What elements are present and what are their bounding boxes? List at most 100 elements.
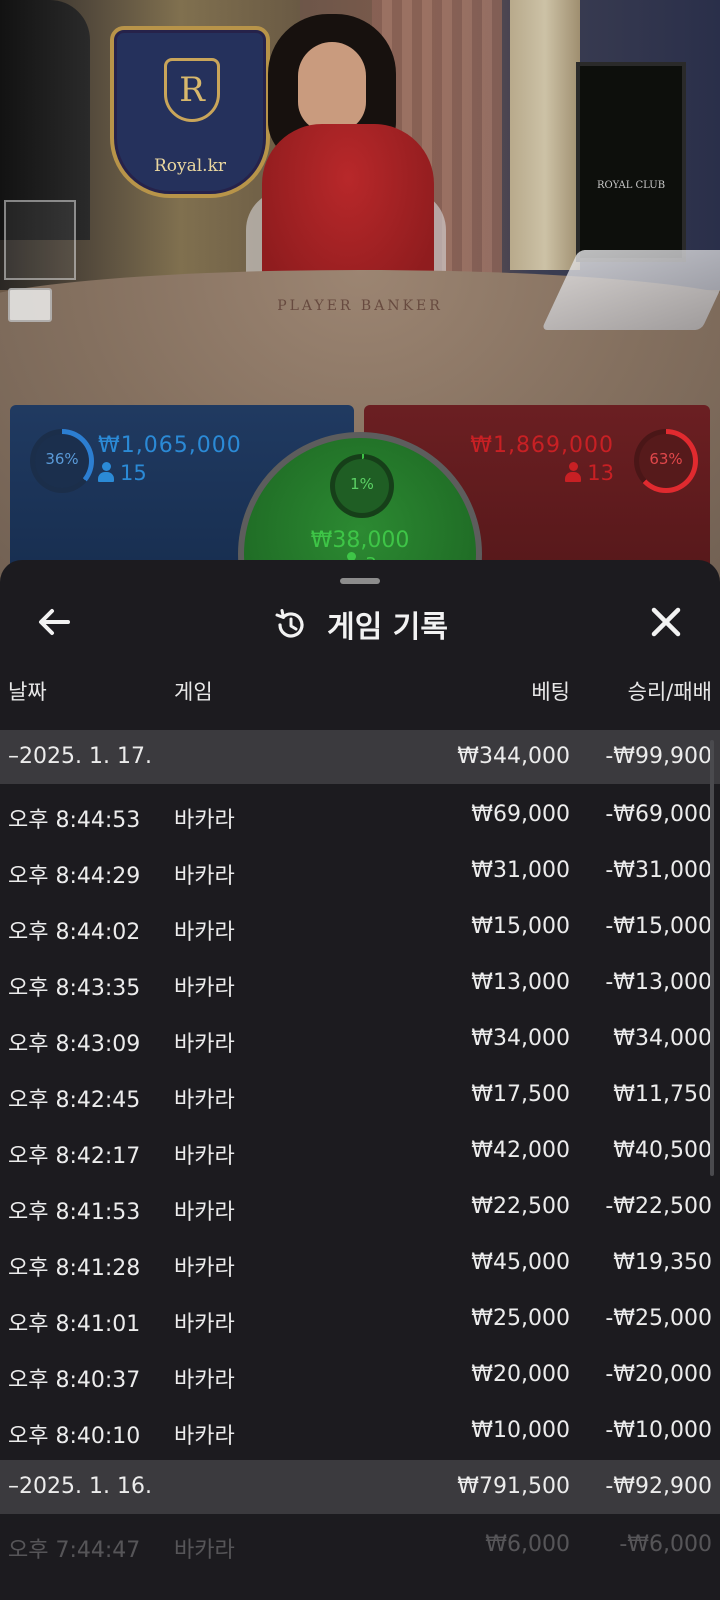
row-win-loss: -₩25,000	[605, 1306, 712, 1331]
card-discard-box	[4, 200, 76, 280]
row-bet: ₩20,000	[471, 1362, 570, 1387]
row-bet: ₩6,000	[485, 1532, 570, 1557]
row-bet: ₩13,000	[471, 970, 570, 995]
history-row[interactable]: 오후 8:42:17 바카라 ₩42,000 ₩40,500	[0, 1124, 720, 1180]
history-list[interactable]: –2025. 1. 17. ₩344,000 -₩99,900 오후 8:44:…	[0, 730, 720, 1574]
scrollbar[interactable]	[710, 740, 714, 1176]
banker-bettor-count: 13	[565, 461, 614, 485]
row-time: 오후 8:44:53	[8, 808, 141, 833]
royal-logo-shield: R Royal.kr	[110, 26, 270, 198]
row-time: 오후 8:42:45	[8, 1088, 141, 1113]
row-bet: ₩25,000	[471, 1306, 570, 1331]
column-header-win-loss: 승리/패배	[627, 680, 712, 704]
row-win-loss: -₩20,000	[605, 1362, 712, 1387]
row-win-loss: ₩40,500	[613, 1138, 712, 1163]
monitor-text: ROYAL CLUB	[596, 180, 666, 191]
history-row[interactable]: 오후 8:40:37 바카라 ₩20,000 -₩20,000	[0, 1348, 720, 1404]
row-win-loss: -₩31,000	[605, 858, 712, 883]
row-game: 바카라	[174, 1200, 235, 1225]
row-time: 오후 8:44:02	[8, 920, 141, 945]
row-win-loss: -₩22,500	[605, 1194, 712, 1219]
tie-percent: 1%	[350, 475, 374, 493]
crest-letter: R	[164, 58, 220, 122]
row-bet: ₩10,000	[471, 1418, 570, 1443]
sheet-title-wrap: 게임 기록	[0, 602, 720, 646]
group-bet-total: ₩344,000	[457, 744, 570, 769]
game-history-sheet: 게임 기록 날짜 게임 베팅 승리/패배 –2025. 1. 17. ₩344,…	[0, 560, 720, 1600]
row-time: 오후 8:43:09	[8, 1032, 141, 1057]
person-icon	[565, 462, 582, 482]
sheet-drag-handle[interactable]	[340, 578, 380, 584]
row-time: 오후 8:43:35	[8, 976, 141, 1001]
row-time: 오후 8:41:01	[8, 1312, 141, 1337]
tie-percent-ring: 1%	[330, 454, 394, 518]
row-win-loss: ₩11,750	[613, 1082, 712, 1107]
history-row[interactable]: 오후 8:42:45 바카라 ₩17,500 ₩11,750	[0, 1068, 720, 1124]
row-win-loss: ₩19,350	[613, 1250, 712, 1275]
close-icon	[651, 607, 681, 637]
row-game: 바카라	[174, 864, 235, 889]
row-bet: ₩69,000	[471, 802, 570, 827]
row-win-loss: ₩34,000	[613, 1026, 712, 1051]
row-win-loss: -₩69,000	[605, 802, 712, 827]
banker-percent-ring: 63%	[634, 429, 698, 493]
row-game: 바카라	[174, 1368, 235, 1393]
row-game: 바카라	[174, 1424, 235, 1449]
dealer-face	[298, 42, 366, 132]
sheet-title: 게임 기록	[327, 610, 448, 645]
row-bet: ₩17,500	[471, 1082, 570, 1107]
studio-monitor: ROYAL CLUB	[576, 62, 686, 262]
row-win-loss: -₩6,000	[619, 1532, 712, 1557]
row-game: 바카라	[174, 1032, 235, 1057]
row-time: 오후 8:41:28	[8, 1256, 141, 1281]
player-bettor-count: 15	[98, 461, 147, 485]
date-group-header[interactable]: –2025. 1. 16. ₩791,500 -₩92,900	[0, 1460, 720, 1514]
group-win-total: -₩92,900	[605, 1474, 712, 1499]
row-bet: ₩34,000	[471, 1026, 570, 1051]
row-game: 바카라	[174, 976, 235, 1001]
player-bet-amount: ₩1,065,000	[98, 433, 242, 458]
row-time: 오후 8:40:10	[8, 1424, 141, 1449]
history-row[interactable]: 오후 7:44:47 바카라 ₩6,000 -₩6,000	[0, 1518, 720, 1574]
row-win-loss: -₩15,000	[605, 914, 712, 939]
brand-logo-text: Royal.kr	[153, 156, 227, 176]
row-game: 바카라	[174, 808, 235, 833]
row-time: 오후 7:44:47	[8, 1538, 141, 1563]
row-bet: ₩22,500	[471, 1194, 570, 1219]
studio-pillar	[510, 0, 580, 270]
row-bet: ₩31,000	[471, 858, 570, 883]
history-row[interactable]: 오후 8:43:35 바카라 ₩13,000 -₩13,000	[0, 956, 720, 1012]
row-bet: ₩15,000	[471, 914, 570, 939]
history-row[interactable]: 오후 8:44:53 바카라 ₩69,000 -₩69,000	[0, 788, 720, 844]
row-time: 오후 8:41:53	[8, 1200, 141, 1225]
row-game: 바카라	[174, 1144, 235, 1169]
sheet-header: 게임 기록	[0, 592, 720, 652]
history-row[interactable]: 오후 8:43:09 바카라 ₩34,000 ₩34,000	[0, 1012, 720, 1068]
history-row[interactable]: 오후 8:41:01 바카라 ₩25,000 -₩25,000	[0, 1292, 720, 1348]
history-row[interactable]: 오후 8:41:28 바카라 ₩45,000 ₩19,350	[0, 1236, 720, 1292]
card-box	[8, 288, 52, 322]
row-time: 오후 8:42:17	[8, 1144, 141, 1169]
row-game: 바카라	[174, 1256, 235, 1281]
banker-bet-amount: ₩1,869,000	[470, 433, 614, 458]
row-win-loss: -₩13,000	[605, 970, 712, 995]
person-icon	[98, 462, 114, 482]
history-icon	[275, 609, 304, 638]
group-win-total: -₩99,900	[605, 744, 712, 769]
history-row[interactable]: 오후 8:41:53 바카라 ₩22,500 -₩22,500	[0, 1180, 720, 1236]
group-date: –2025. 1. 16.	[8, 1474, 152, 1499]
banker-percent: 63%	[649, 450, 683, 468]
date-group-header[interactable]: –2025. 1. 17. ₩344,000 -₩99,900	[0, 730, 720, 784]
history-row[interactable]: 오후 8:40:10 바카라 ₩10,000 -₩10,000	[0, 1404, 720, 1460]
history-row[interactable]: 오후 8:44:02 바카라 ₩15,000 -₩15,000	[0, 900, 720, 956]
group-date: –2025. 1. 17.	[8, 744, 152, 769]
row-game: 바카라	[174, 1312, 235, 1337]
close-button[interactable]	[642, 598, 690, 646]
history-row[interactable]: 오후 8:44:29 바카라 ₩31,000 -₩31,000	[0, 844, 720, 900]
row-time: 오후 8:40:37	[8, 1368, 141, 1393]
row-game: 바카라	[174, 920, 235, 945]
tie-bet-amount: ₩38,000	[310, 528, 410, 553]
row-game: 바카라	[174, 1088, 235, 1113]
row-time: 오후 8:44:29	[8, 864, 141, 889]
row-game: 바카라	[174, 1538, 235, 1563]
